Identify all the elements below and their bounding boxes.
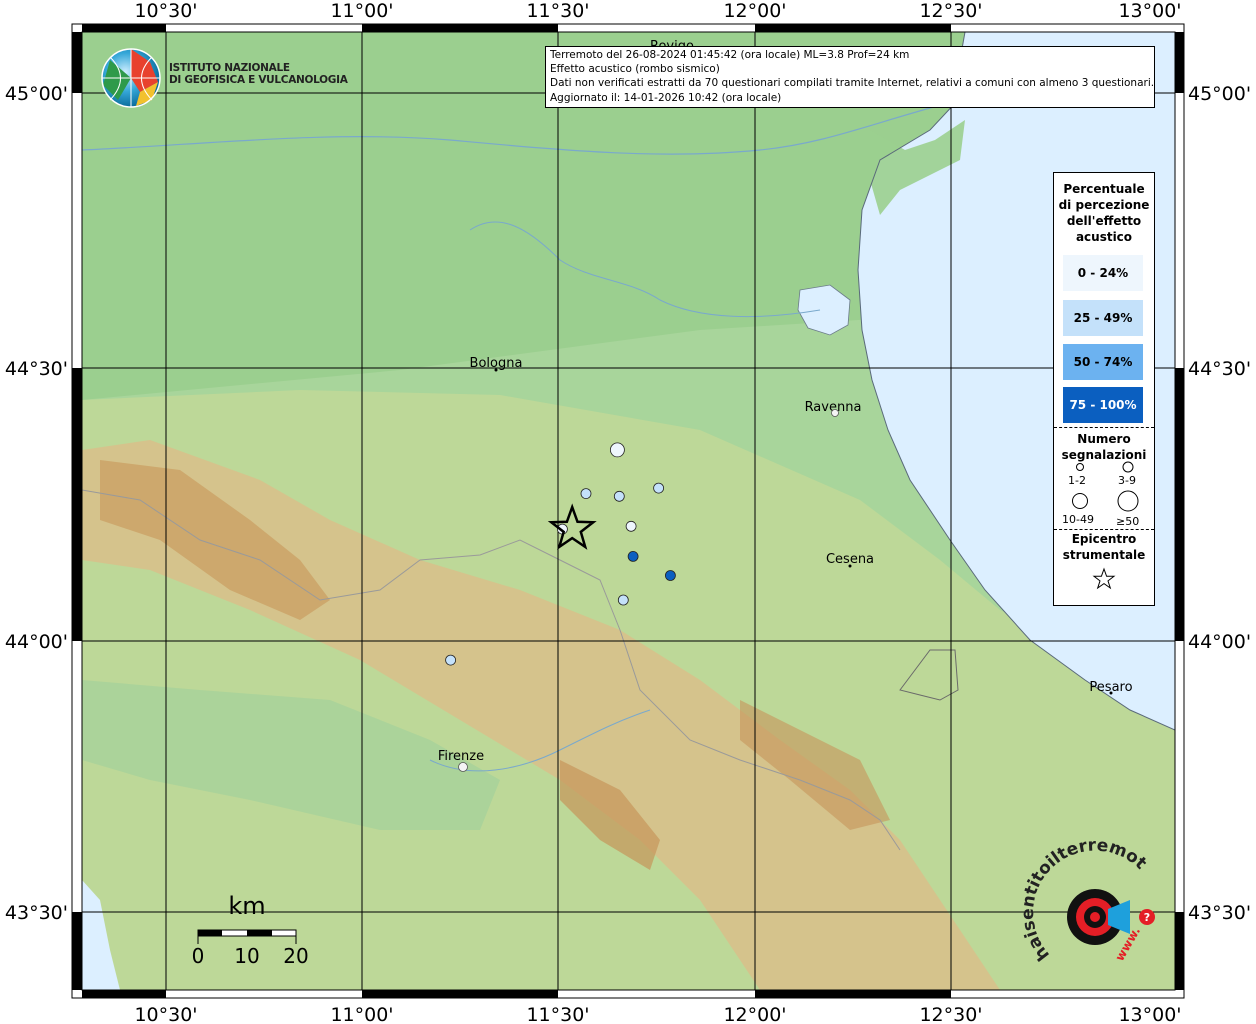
epicenter-title: Epicentro strumentale <box>1062 532 1146 562</box>
lat-tick-label: 44°30' <box>1188 358 1251 380</box>
observation-marker <box>617 594 629 606</box>
observation-marker <box>613 490 625 502</box>
lon-tick-label: 12°30' <box>919 1004 982 1024</box>
event-info-box: Terremoto del 26-08-2024 01:45:42 (ora l… <box>545 46 1155 108</box>
lon-tick-label: 13°00' <box>1118 0 1181 22</box>
city-marker <box>458 762 468 772</box>
observation-marker <box>445 654 457 666</box>
observation-marker <box>580 488 592 500</box>
scale-label-10: 10 <box>234 944 259 968</box>
lon-ticks-top: 10°30' 11°00' 11°30' 12°00' 12°30' 13°00… <box>134 0 1181 22</box>
lon-ticks-bottom: 10°30' 11°00' 11°30' 12°00' 12°30' 13°00… <box>134 1004 1181 1024</box>
lat-ticks-right: 45°00' 44°30' 44°00' 43°30' <box>1188 83 1251 924</box>
scale-unit: km <box>228 892 265 920</box>
size-symbols <box>1072 461 1139 512</box>
city-label-firenze: Firenze <box>438 749 484 764</box>
lon-tick-label: 12°30' <box>919 0 982 22</box>
lon-tick-label: 12°00' <box>723 1004 786 1024</box>
lon-tick-label: 10°30' <box>134 1004 197 1024</box>
scale-label-20: 20 <box>283 944 308 968</box>
observation-marker <box>625 520 637 532</box>
legend-class-3: 75 - 100% <box>1063 387 1143 423</box>
lon-tick-label: 11°00' <box>330 0 393 22</box>
ingv-logo <box>101 48 161 108</box>
observation-marker <box>653 482 664 494</box>
effect-type: Effetto acustico (rombo sismico) <box>550 63 720 76</box>
lat-tick-label: 45°00' <box>5 83 68 105</box>
legend-title: Percentuale di percezione dell'effetto a… <box>1058 182 1150 244</box>
lat-tick-label: 44°30' <box>5 358 68 380</box>
city-marker <box>848 564 852 568</box>
terrain <box>82 32 1175 990</box>
observation-marker <box>665 570 676 581</box>
lon-tick-label: 11°00' <box>330 1004 393 1024</box>
legend: Percentuale di percezione dell'effetto a… <box>1053 172 1155 606</box>
lon-tick-label: 12°00' <box>723 0 786 22</box>
lat-tick-label: 43°30' <box>1188 902 1251 924</box>
legend-separator <box>1054 427 1154 428</box>
lon-tick-label: 11°30' <box>526 0 589 22</box>
lon-tick-label: 11°30' <box>526 1004 589 1024</box>
legend-separator <box>1054 529 1154 530</box>
lat-tick-label: 43°30' <box>5 902 68 924</box>
lon-tick-label: 13°00' <box>1118 1004 1181 1024</box>
lat-tick-label: 44°00' <box>5 631 68 653</box>
city-marker <box>494 368 498 372</box>
legend-class-0: 0 - 24% <box>1063 255 1143 291</box>
city-marker <box>831 409 839 417</box>
observation-marker <box>610 442 625 458</box>
data-note: Dati non verificati estratti da 70 quest… <box>550 77 1155 90</box>
lat-ticks-left: 45°00' 44°30' 44°00' 43°30' <box>5 83 68 924</box>
scale-label-0: 0 <box>192 944 205 968</box>
lon-tick-label: 10°30' <box>134 0 197 22</box>
logo-line: ISTITUTO NAZIONALE <box>169 62 290 74</box>
legend-class-1: 25 - 49% <box>1063 300 1143 336</box>
city-marker <box>1109 691 1113 695</box>
size-label-2: 3-9 <box>1118 474 1136 487</box>
legend-class-2: 50 - 74% <box>1063 344 1143 380</box>
update-time: Aggiornato il: 14-01-2026 10:42 (ora loc… <box>550 91 782 104</box>
logo-line: DI GEOFISICA E VULCANOLOGIA <box>169 74 348 86</box>
size-label-4: ≥50 <box>1116 515 1140 528</box>
lat-tick-label: 44°00' <box>1188 631 1251 653</box>
observation-marker <box>627 551 639 562</box>
lat-tick-label: 45°00' <box>1188 83 1251 105</box>
event-title: Terremoto del 26-08-2024 01:45:42 (ora l… <box>550 49 910 61</box>
size-label-1: 1-2 <box>1068 474 1086 487</box>
epicenter-legend-star-icon <box>1092 567 1116 590</box>
ingv-logo-text: ISTITUTO NAZIONALE DI GEOFISICA E VULCAN… <box>169 62 348 86</box>
svg-text:?: ? <box>1144 911 1150 924</box>
size-label-3: 10-49 <box>1062 513 1094 526</box>
